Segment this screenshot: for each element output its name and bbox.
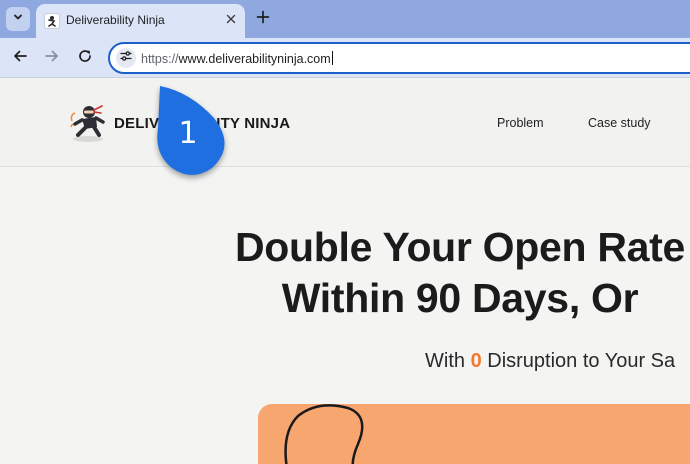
reload-icon (77, 48, 93, 69)
nav-link-case-study[interactable]: Case study (588, 116, 651, 130)
tab-strip: Deliverability Ninja (0, 0, 690, 38)
tab-search-button[interactable] (6, 7, 30, 31)
url-text[interactable]: https://www.deliverabilityninja.com (141, 51, 333, 66)
text-caret (331, 51, 333, 65)
hero-title: Double Your Open Rate Within 90 Days, Or (0, 222, 690, 324)
hero-subtitle-suffix: Disruption to Your Sa (481, 350, 676, 372)
url-scheme: https:// (141, 52, 179, 66)
forward-button[interactable] (40, 46, 64, 70)
hero-title-line-1: Double Your Open Rate (234, 224, 686, 270)
hero-subtitle-prefix: With (425, 350, 471, 372)
site-header: DELIVERABILITY NINJA Problem Case study (0, 79, 690, 167)
tab-title: Deliverability Ninja (66, 13, 165, 27)
back-button[interactable] (8, 46, 32, 70)
hero-image-card (258, 404, 690, 464)
step-number: 1 (178, 116, 198, 151)
address-bar[interactable]: https://www.deliverabilityninja.com (108, 42, 690, 74)
page-viewport: DELIVERABILITY NINJA Problem Case study … (0, 79, 690, 464)
url-host: www.deliverabilityninja.com (178, 52, 331, 66)
hero-title-line-2: Within 90 Days, Or (281, 275, 639, 321)
hero-subtitle-highlight: 0 (470, 350, 482, 372)
active-tab[interactable]: Deliverability Ninja (36, 4, 245, 38)
nav-link-problem[interactable]: Problem (497, 116, 544, 130)
close-icon (226, 11, 236, 29)
hero-subtitle: With 0 Disruption to Your Sa (425, 350, 675, 373)
tune-icon (120, 49, 132, 67)
squiggle-decoration (284, 404, 364, 464)
arrow-right-icon (44, 48, 60, 69)
ninja-icon[interactable] (66, 101, 110, 145)
plus-icon (256, 10, 270, 29)
chevron-down-icon (12, 10, 24, 28)
ninja-favicon-icon (44, 13, 60, 29)
tab-close-button[interactable] (223, 12, 239, 28)
new-tab-button[interactable] (253, 9, 273, 29)
reload-button[interactable] (73, 46, 97, 70)
site-info-button[interactable] (116, 48, 136, 68)
arrow-left-icon (12, 48, 28, 69)
